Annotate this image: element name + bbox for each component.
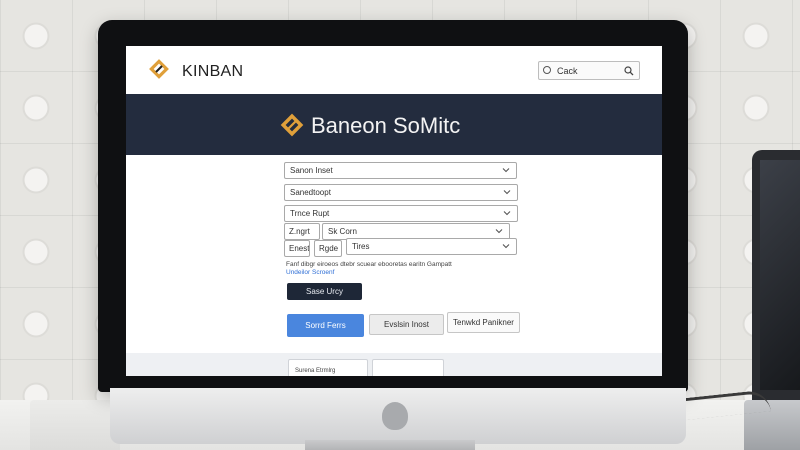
hero-banner: Baneon SoMitc (126, 94, 662, 155)
field-value: Z.ngrt (289, 227, 310, 236)
footer-card[interactable] (372, 359, 444, 376)
diamond-logo-icon (280, 113, 304, 137)
chevron-down-icon (503, 190, 511, 195)
select-label: Tires (352, 242, 370, 251)
field-value: Enest (289, 244, 310, 253)
radio-icon[interactable] (543, 66, 551, 74)
blue-primary-button[interactable]: Sorrd Ferrs (287, 314, 364, 337)
footer-card[interactable]: Surena Etrmlrg (288, 359, 368, 376)
monitor-chin (110, 388, 686, 444)
select-label: Sk Corn (328, 227, 357, 236)
hero-title: Baneon SoMitc (311, 113, 461, 138)
magnifier-icon (624, 66, 634, 76)
footer-strip: Surena Etrmlrg (126, 353, 662, 376)
diamond-logo-icon[interactable] (149, 59, 169, 79)
select-field-2[interactable]: Sanedtoopt (284, 184, 518, 201)
gray-secondary-button[interactable]: Evslsin Inost (369, 314, 444, 335)
select-label: Sanon Inset (290, 166, 333, 175)
top-navigation-bar: KINBAN (126, 46, 662, 94)
select-label: Sanedtoopt (290, 188, 331, 197)
small-input-field[interactable]: Enest (284, 240, 310, 257)
short-input-field[interactable]: Z.ngrt (284, 223, 320, 240)
helper-link[interactable]: Undeilor Scroenf (286, 269, 334, 276)
small-input-field[interactable]: Rgde (314, 240, 342, 257)
helper-text: Fanf dibgr eiroeos dtebr scuear ebooreta… (286, 261, 486, 277)
search-input[interactable] (557, 63, 619, 78)
white-secondary-button[interactable]: Tenwkd Panikner (447, 312, 520, 333)
apple-logo-icon (382, 402, 408, 430)
chevron-down-icon (495, 229, 503, 234)
field-value: Rgde (319, 244, 339, 253)
screen: KINBAN Baneon SoMitc Sanon Inset Sanedto… (126, 46, 662, 376)
laptop-screen (760, 160, 800, 390)
search-box[interactable] (538, 61, 640, 80)
search-button[interactable] (622, 64, 636, 77)
select-label: Trnce Rupt (290, 209, 330, 218)
brand-name[interactable]: KINBAN (182, 63, 243, 81)
laptop (752, 150, 800, 400)
select-field-3[interactable]: Trnce Rupt (284, 205, 518, 222)
dark-submit-button[interactable]: Sase Urcy (287, 283, 362, 300)
select-field-1[interactable]: Sanon Inset (284, 162, 517, 179)
chevron-down-icon (502, 244, 510, 249)
select-field-5[interactable]: Tires (346, 238, 517, 255)
desk-object (30, 400, 120, 450)
chevron-down-icon (502, 168, 510, 173)
chevron-down-icon (503, 211, 511, 216)
monitor-stand (305, 440, 475, 450)
helper-description: Fanf dibgr eiroeos dtebr scuear ebooreta… (286, 261, 452, 268)
footer-card-label: Surena Etrmlrg (295, 368, 336, 374)
